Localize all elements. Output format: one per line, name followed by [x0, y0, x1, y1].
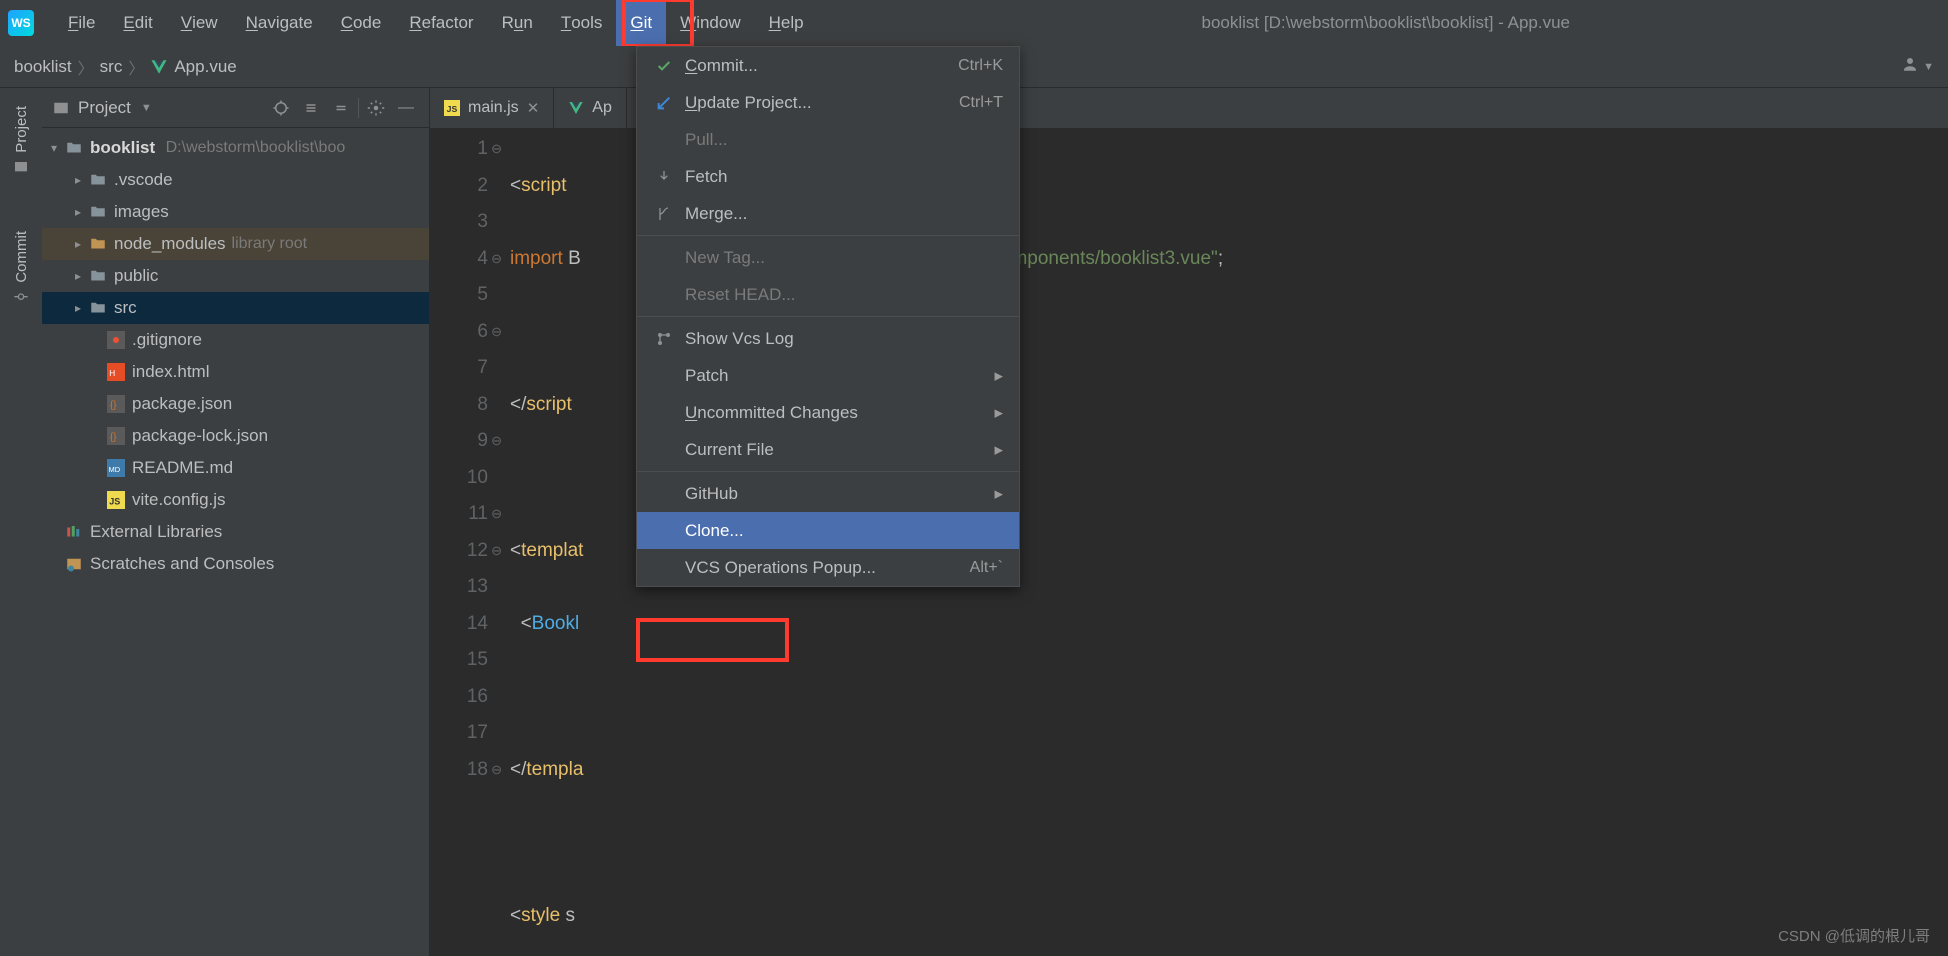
js-icon: JS [444, 100, 460, 116]
dropdown-item[interactable]: Merge... [637, 195, 1019, 232]
tree-row[interactable]: ▸public [42, 260, 429, 292]
svg-text:JS: JS [447, 104, 458, 114]
window-title: booklist [D:\webstorm\booklist\booklist]… [1202, 13, 1571, 33]
dropdown-item[interactable]: Update Project...Ctrl+T [637, 84, 1019, 121]
dropdown-item[interactable]: VCS Operations Popup...Alt+` [637, 549, 1019, 586]
tree-row[interactable]: Hindex.html [42, 356, 429, 388]
vue-icon [150, 58, 168, 76]
breadcrumb-item[interactable]: booklist [14, 57, 72, 77]
tree-row[interactable]: ▸images [42, 196, 429, 228]
dropdown-arrow-icon[interactable]: ▼ [1923, 61, 1934, 73]
project-tree-panel: Project ▼ — ▾booklist D:\webstorm\bookli… [42, 88, 430, 956]
rail-commit[interactable]: Commit [13, 231, 30, 305]
dropdown-separator [637, 471, 1019, 472]
divider [358, 98, 359, 118]
rail-label-text: Commit [13, 231, 30, 283]
menu-item-run[interactable]: Run [488, 0, 547, 46]
project-icon [52, 99, 70, 117]
app-icon: WS [8, 10, 34, 36]
menu-item-window[interactable]: Window [666, 0, 754, 46]
tree-row[interactable]: ▾booklist D:\webstorm\booklist\boo [42, 132, 429, 164]
dropdown-item[interactable]: Uncommitted Changes▸ [637, 394, 1019, 431]
dropdown-item[interactable]: Fetch [637, 158, 1019, 195]
dropdown-arrow-icon[interactable]: ▼ [141, 102, 152, 114]
tree-row[interactable]: ▸node_moduleslibrary root [42, 228, 429, 260]
tree-row[interactable]: JSvite.config.js [42, 484, 429, 516]
expand-all-button[interactable] [298, 95, 324, 121]
menu-item-code[interactable]: Code [327, 0, 396, 46]
tree-row[interactable]: Scratches and Consoles [42, 548, 429, 580]
menu-item-tools[interactable]: Tools [547, 0, 617, 46]
dropdown-item: New Tag... [637, 239, 1019, 276]
close-icon[interactable]: ✕ [527, 99, 540, 117]
menu-item-git[interactable]: Git [616, 0, 666, 46]
breadcrumb-label: App.vue [174, 57, 236, 77]
gutter: 1⊖234⊖56⊖789⊖1011⊖12⊖131415161718⊖ [430, 128, 510, 956]
breadcrumb-separator: 〉 [128, 55, 144, 79]
git-dropdown: Commit...Ctrl+KUpdate Project...Ctrl+TPu… [636, 46, 1020, 587]
svg-text:H: H [109, 369, 115, 378]
dropdown-item[interactable]: Show Vcs Log [637, 320, 1019, 357]
menu-item-navigate[interactable]: Navigate [232, 0, 327, 46]
svg-text:{}: {} [110, 432, 117, 443]
tree-body[interactable]: ▾booklist D:\webstorm\booklist\boo▸.vsco… [42, 128, 429, 956]
dropdown-separator [637, 235, 1019, 236]
dropdown-item: Pull... [637, 121, 1019, 158]
tree-row[interactable]: ▸.vscode [42, 164, 429, 196]
svg-text:JS: JS [109, 497, 120, 507]
tree-row[interactable]: {}package-lock.json [42, 420, 429, 452]
collapse-all-button[interactable] [328, 95, 354, 121]
tab-label: Ap [592, 99, 612, 117]
tree-row[interactable]: External Libraries [42, 516, 429, 548]
dropdown-item: Reset HEAD... [637, 276, 1019, 313]
left-rail: Project Commit [0, 88, 42, 956]
breadcrumb-item[interactable]: App.vue [150, 57, 236, 77]
menu-item-file[interactable]: File [54, 0, 109, 46]
menu-items: FileEditViewNavigateCodeRefactorRunTools… [54, 0, 818, 46]
rail-project[interactable]: Project [13, 106, 30, 175]
tree-row[interactable]: {}package.json [42, 388, 429, 420]
commit-rail-icon [13, 288, 29, 304]
tree-title: Project [78, 98, 131, 118]
svg-text:MD: MD [109, 465, 121, 474]
menu-item-help[interactable]: Help [755, 0, 818, 46]
dropdown-item[interactable]: Commit...Ctrl+K [637, 47, 1019, 84]
dropdown-item[interactable]: Clone... [637, 512, 1019, 549]
user-icon[interactable] [1901, 55, 1919, 78]
rail-label-text: Project [13, 106, 30, 153]
dropdown-separator [637, 316, 1019, 317]
tab-label: main.js [468, 99, 519, 117]
dropdown-item[interactable]: Patch▸ [637, 357, 1019, 394]
breadcrumb-item[interactable]: src [100, 57, 123, 77]
watermark: CSDN @低调的根儿哥 [1778, 925, 1930, 946]
project-rail-icon [13, 159, 29, 175]
tree-row[interactable]: MDREADME.md [42, 452, 429, 484]
dropdown-item[interactable]: Current File▸ [637, 431, 1019, 468]
locate-button[interactable] [268, 95, 294, 121]
menu-item-edit[interactable]: Edit [109, 0, 166, 46]
settings-button[interactable] [363, 95, 389, 121]
menubar: WS FileEditViewNavigateCodeRefactorRunTo… [0, 0, 1948, 46]
svg-text:{}: {} [110, 400, 117, 411]
tree-row[interactable]: .gitignore [42, 324, 429, 356]
menu-item-view[interactable]: View [167, 0, 232, 46]
tree-row[interactable]: ▸src [42, 292, 429, 324]
tab-mainjs[interactable]: JS main.js ✕ [430, 88, 554, 128]
breadcrumb-separator: 〉 [78, 55, 94, 79]
vue-icon [568, 100, 584, 116]
tree-header: Project ▼ — [42, 88, 429, 128]
hide-button[interactable]: — [393, 95, 419, 121]
menu-item-refactor[interactable]: Refactor [395, 0, 487, 46]
tab-appvue[interactable]: Ap [554, 88, 627, 128]
dropdown-item[interactable]: GitHub▸ [637, 475, 1019, 512]
